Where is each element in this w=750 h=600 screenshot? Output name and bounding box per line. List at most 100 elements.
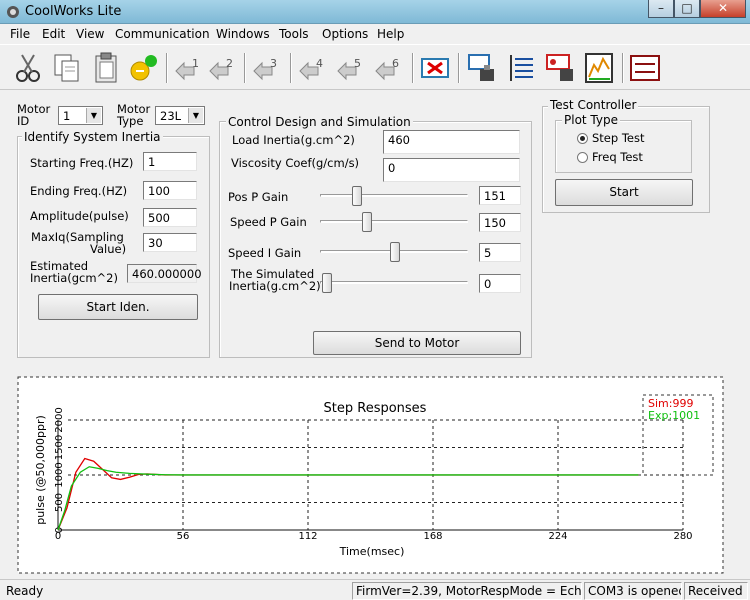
- copy-icon[interactable]: [50, 51, 84, 85]
- status-ready: Ready: [6, 584, 44, 598]
- menu-tools[interactable]: Tools: [279, 27, 309, 41]
- radio-selected-dot: [580, 136, 585, 141]
- y-tick-label: 1000: [54, 462, 65, 487]
- menu-options[interactable]: Options: [322, 27, 368, 41]
- end-freq-input[interactable]: 100: [143, 181, 197, 200]
- menu-windows[interactable]: Windows: [216, 27, 270, 41]
- status-icon[interactable]: [127, 51, 161, 85]
- disconnect-icon[interactable]: [418, 51, 452, 85]
- cycle-1-number: 1: [192, 57, 199, 70]
- x-axis-label: Time(msec): [339, 545, 405, 558]
- step-test-label[interactable]: Step Test: [592, 132, 645, 144]
- cycle-2-icon[interactable]: 2: [206, 51, 240, 85]
- sim-inertia-label-line2: Inertia(g.cm^2): [229, 279, 321, 293]
- pos-p-gain-input[interactable]: 151: [479, 186, 521, 205]
- slider-thumb[interactable]: [390, 242, 400, 262]
- scope-chart-icon[interactable]: [582, 51, 616, 85]
- drive-status-icon[interactable]: [544, 51, 578, 85]
- amplitude-input[interactable]: 500: [143, 208, 197, 227]
- cycle-2-number: 2: [226, 57, 233, 70]
- speed-p-gain-label: Speed P Gain: [230, 215, 307, 229]
- control-group-title: Control Design and Simulation: [226, 115, 413, 129]
- slider-thumb[interactable]: [362, 212, 372, 232]
- cycle-5-number: 5: [354, 57, 361, 70]
- toolbar-separator: [622, 53, 624, 83]
- monitor-icon[interactable]: [628, 51, 662, 85]
- cycle-6-number: 6: [392, 57, 399, 70]
- chevron-down-icon[interactable]: ▼: [188, 108, 203, 123]
- speed-p-gain-slider[interactable]: [320, 212, 468, 232]
- maximize-button[interactable]: □: [674, 0, 700, 18]
- cycle-3-icon[interactable]: 3: [250, 51, 284, 85]
- cycle-4-icon[interactable]: 4: [296, 51, 330, 85]
- motor-type-select[interactable]: 23L ▼: [155, 106, 205, 125]
- cycle-6-icon[interactable]: 6: [372, 51, 406, 85]
- motor-id-label: Motor ID: [17, 102, 51, 128]
- menu-view[interactable]: View: [76, 27, 104, 41]
- step-response-chart: 0 56 112 168 224 2800500100015002000 Step Res…: [17, 376, 724, 574]
- est-inertia-output: 460.000000: [127, 264, 202, 283]
- toolbar-separator: [458, 53, 460, 83]
- send-to-motor-button[interactable]: Send to Motor: [313, 331, 521, 355]
- menu-file[interactable]: File: [10, 27, 30, 41]
- freq-test-radio[interactable]: [577, 152, 588, 163]
- motor-config-icon[interactable]: [466, 51, 500, 85]
- cycle-1-icon[interactable]: 1: [172, 51, 206, 85]
- motor-type-label: Motor Type: [117, 102, 151, 128]
- x-tick-label: 224: [548, 531, 567, 542]
- start-test-button[interactable]: Start: [555, 179, 693, 206]
- motor-type-label-text: Motor Type: [117, 102, 151, 128]
- cycle-5-icon[interactable]: 5: [334, 51, 368, 85]
- toolbar-separator: [412, 53, 414, 83]
- title-bar: CoolWorks Lite – □ ✕: [0, 0, 750, 24]
- close-button[interactable]: ✕: [700, 0, 746, 18]
- status-bar: Ready FirmVer=2.39, MotorRespMode = Echo…: [0, 579, 750, 600]
- status-port: COM3 is opened.: [584, 582, 682, 600]
- slider-track: [320, 194, 468, 197]
- viscosity-label: Viscosity Coef(g/cm/s): [231, 156, 360, 170]
- speed-i-gain-slider[interactable]: [320, 242, 468, 262]
- start-freq-input[interactable]: 1: [143, 152, 197, 171]
- chevron-down-icon[interactable]: ▼: [86, 108, 101, 123]
- slider-thumb[interactable]: [352, 186, 362, 206]
- legend-exp: Exp:1001: [648, 409, 700, 422]
- chart-title: Step Responses: [324, 401, 427, 416]
- sim-inertia-input[interactable]: 0: [479, 274, 521, 293]
- identify-group-title: Identify System Inertia: [22, 130, 163, 144]
- app-logo-icon: [7, 6, 19, 18]
- freq-test-label[interactable]: Freq Test: [592, 151, 643, 163]
- load-inertia-input[interactable]: 460: [383, 130, 520, 154]
- menu-help[interactable]: Help: [377, 27, 404, 41]
- slider-track: [320, 281, 468, 284]
- amplitude-label: Amplitude(pulse): [30, 209, 129, 223]
- cycle-3-number: 3: [270, 57, 277, 70]
- toolbar-separator: [290, 53, 292, 83]
- paste-icon[interactable]: [90, 51, 124, 85]
- scissors-icon[interactable]: [12, 51, 46, 85]
- y-tick-label: 500: [54, 493, 65, 512]
- menu-communication[interactable]: Communication: [115, 27, 210, 41]
- motor-id-label-text: Motor ID: [17, 102, 51, 128]
- slider-track: [320, 220, 468, 223]
- speed-p-gain-input[interactable]: 150: [479, 213, 521, 232]
- est-inertia-label-line2: Inertia(gcm^2): [30, 271, 118, 285]
- sequence-list-icon[interactable]: [505, 51, 539, 85]
- start-identification-button[interactable]: Start Iden.: [38, 294, 198, 320]
- x-tick-label: 168: [423, 531, 442, 542]
- speed-i-gain-input[interactable]: 5: [479, 243, 521, 262]
- pos-p-gain-slider[interactable]: [320, 186, 468, 206]
- plot-type-title: Plot Type: [562, 113, 620, 127]
- x-tick-label: 112: [298, 531, 317, 542]
- start-freq-label: Starting Freq.(HZ): [30, 156, 134, 170]
- step-test-radio[interactable]: [577, 133, 588, 144]
- motor-id-value: 1: [63, 109, 71, 123]
- toolbar-separator: [244, 53, 246, 83]
- slider-thumb[interactable]: [322, 273, 332, 293]
- menu-edit[interactable]: Edit: [42, 27, 65, 41]
- maxiq-input[interactable]: 30: [143, 233, 197, 252]
- minimize-button[interactable]: –: [648, 0, 674, 18]
- motor-id-select[interactable]: 1 ▼: [58, 106, 103, 125]
- y-tick-label: 2000: [54, 407, 65, 432]
- sim-inertia-slider[interactable]: [320, 273, 468, 293]
- viscosity-input[interactable]: 0: [383, 158, 520, 182]
